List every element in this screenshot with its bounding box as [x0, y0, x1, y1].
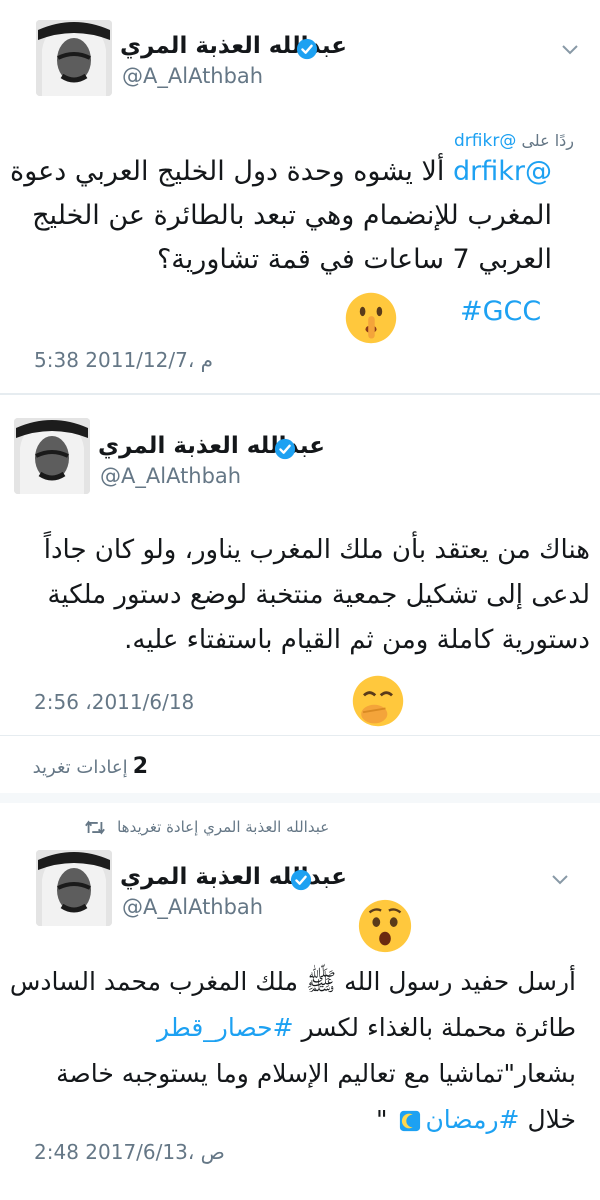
tweet-text-line: لدعى إلى تشكيل جمعية منتخبة لوضع دستور م… — [47, 580, 590, 610]
mention-link[interactable]: @drfikr — [453, 156, 552, 187]
tweet-text-line: أرسل حفيد رسول الله ﷺ ملك المغرب محمد ال… — [9, 967, 576, 996]
verified-badge-icon — [274, 438, 296, 460]
crescent-moon-icon — [400, 1110, 421, 1132]
divider — [0, 793, 600, 803]
tweet-timestamp[interactable]: 5:38 م ،2011/12/7 — [34, 348, 213, 372]
tweet-text-line: طائرة محملة بالغذاء لكسر #حصار_قطر — [157, 1013, 576, 1042]
retweet-stats[interactable]: 2 إعادات تغريد — [0, 754, 148, 779]
tweet-text: أرسل حفيد رسول الله ﷺ ملك المغرب محمد ال… — [10, 959, 576, 1143]
tweet-2[interactable]: عبدالله العذبة المري @A_AlAthbah هناك من… — [0, 396, 600, 786]
tweet-1[interactable]: عبدالله العذبة المري @A_AlAthbah ردًا عل… — [0, 0, 600, 390]
hashtag-link[interactable]: #GCC — [460, 290, 541, 334]
retweeted-by: عبدالله العذبة المري إعادة تغريدها — [84, 817, 329, 836]
tweet-text-line: خلال #رمضان " — [375, 1105, 576, 1134]
retweet-icon — [85, 820, 105, 835]
avatar[interactable] — [36, 20, 112, 96]
author-handle[interactable]: @A_AlAthbah — [100, 464, 241, 488]
tweet-text: @drfikr ألا يشوه وحدة دول الخليج العربي … — [10, 150, 552, 282]
replying-prefix: ردًا على — [521, 131, 574, 150]
tweet-3[interactable]: عبدالله العذبة المري إعادة تغريدها عبدال… — [0, 803, 600, 1200]
tweet-text: هناك من يعتقد بأن ملك المغرب يناور، ولو … — [44, 528, 590, 663]
tweet-text-line: @drfikr ألا يشوه وحدة دول الخليج العربي … — [10, 156, 552, 187]
hand-over-mouth-face-icon — [352, 675, 404, 727]
verified-badge-icon — [290, 869, 312, 891]
author-handle[interactable]: @A_AlAthbah — [122, 64, 263, 88]
retweet-count: 2 — [132, 754, 148, 779]
hashtag-link[interactable]: #رمضان — [425, 1105, 519, 1134]
verified-badge-icon — [296, 38, 318, 60]
divider — [0, 735, 600, 736]
retweet-label: إعادات تغريد — [32, 757, 128, 778]
tweet-timestamp[interactable]: 2:48 ص ،2017/6/13 — [34, 1140, 225, 1164]
divider — [0, 393, 600, 395]
tweet-text-line: المغرب للإنضمام وهي تبعد بالطائرة عن الخ… — [32, 200, 552, 231]
chevron-down-icon[interactable] — [552, 875, 568, 885]
tweet-text-line: هناك من يعتقد بأن ملك المغرب يناور، ولو … — [43, 535, 590, 565]
tweet-text-line: العربي 7 ساعات في قمة تشاورية؟ — [156, 244, 552, 275]
replying-handle[interactable]: @drfikr — [454, 131, 516, 151]
replying-to: ردًا على @drfikr — [454, 131, 574, 151]
author-name[interactable]: عبدالله العذبة المري — [120, 864, 347, 890]
shushing-face-icon — [345, 292, 397, 344]
hashtag-link[interactable]: #حصار_قطر — [157, 1013, 294, 1042]
tweet-text-line: بشعار"تماشيا مع تعاليم الإسلام وما يستوج… — [56, 1059, 576, 1088]
tweet-text-line: دستورية كاملة ومن ثم القيام باستفتاء علي… — [124, 625, 590, 655]
avatar[interactable] — [36, 850, 112, 926]
tweet-timestamp[interactable]: 2:56 ،2011/6/18 — [34, 690, 194, 714]
astonished-face-icon — [358, 899, 412, 953]
retweeted-by-text[interactable]: عبدالله العذبة المري إعادة تغريدها — [117, 818, 329, 836]
chevron-down-icon[interactable] — [562, 45, 578, 55]
avatar[interactable] — [14, 418, 90, 494]
author-handle[interactable]: @A_AlAthbah — [122, 895, 263, 919]
